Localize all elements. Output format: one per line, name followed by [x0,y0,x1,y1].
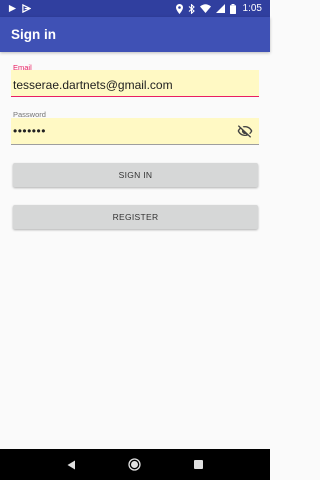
navigation-bar [0,449,270,480]
app-bar: Sign in [0,17,270,52]
password-value: ••••••• [13,124,46,138]
status-time: 1:05 [242,3,262,14]
email-field[interactable]: tesserae.dartnets@gmail.com [11,70,259,97]
signal-icon [215,4,225,13]
play-store-icon [8,4,17,13]
register-button[interactable]: REGISTER [13,205,258,229]
home-icon[interactable] [120,453,150,477]
visibility-off-icon[interactable] [237,123,253,144]
password-field[interactable]: ••••••• [11,118,259,145]
status-right: 1:05 [175,3,262,14]
email-value: tesserae.dartnets@gmail.com [13,78,173,92]
screen: 1:05 Sign in Email tesserae.dartnets@gma… [0,0,270,480]
battery-icon [229,3,236,14]
location-icon [175,3,183,14]
status-left [8,4,31,13]
sign-in-button[interactable]: SIGN IN [13,163,258,187]
download-icon [22,4,31,13]
status-bar: 1:05 [0,0,270,17]
wifi-icon [199,4,211,13]
bluetooth-icon [188,3,195,14]
page-title: Sign in [11,27,56,42]
back-icon[interactable] [57,453,87,477]
recents-icon[interactable] [183,453,213,477]
